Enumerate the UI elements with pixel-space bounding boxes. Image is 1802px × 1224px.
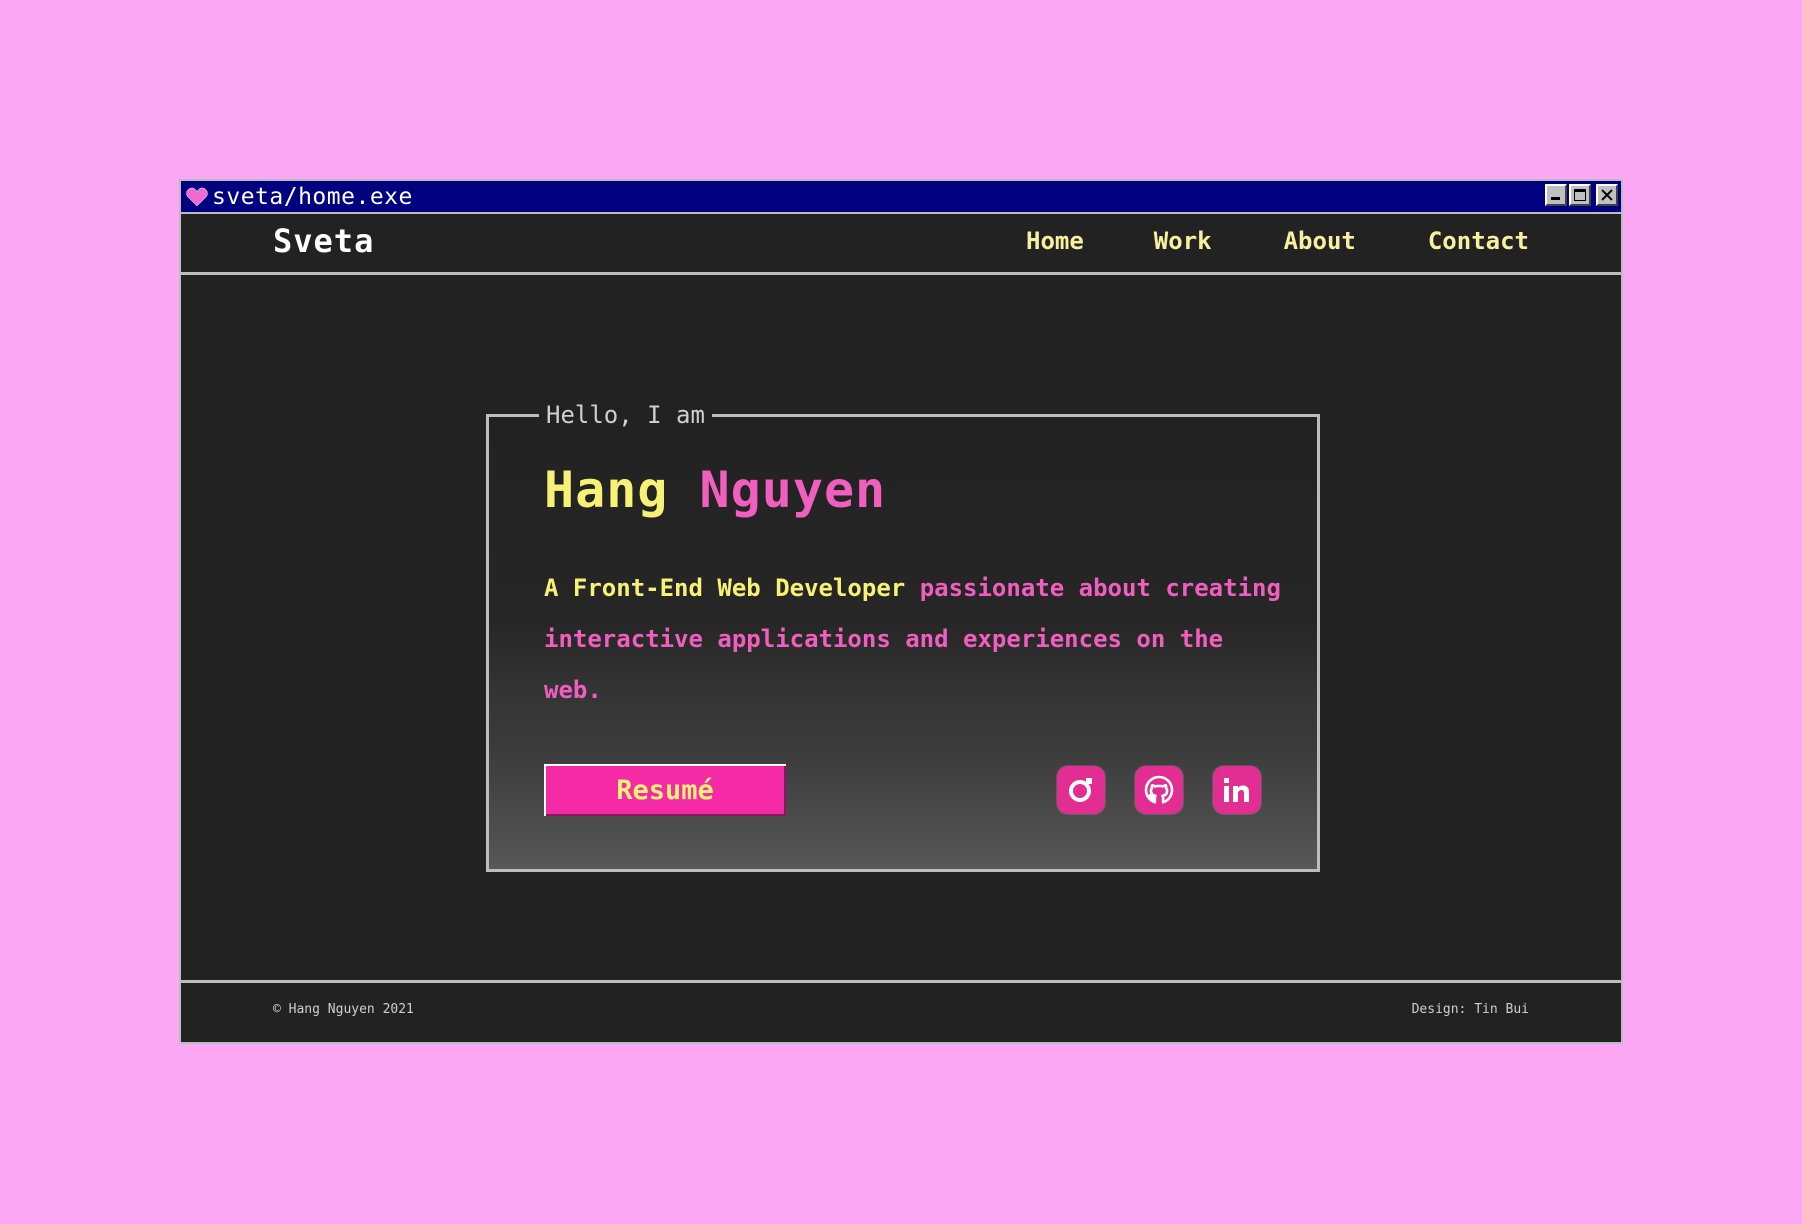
design-credit: Design: Tin Bui [1411, 1002, 1529, 1017]
browser-window: sveta/home.exe Sveta Home Work About Con… [179, 179, 1623, 1044]
description-highlight: A Front-End Web Developer [544, 574, 906, 602]
nav-link-contact[interactable]: Contact [1428, 227, 1529, 255]
intro-card: Hello, I am Hang Nguyen A Front-End Web … [486, 400, 1320, 872]
minimize-button[interactable] [1545, 184, 1567, 206]
main-content: Hello, I am Hang Nguyen A Front-End Web … [181, 275, 1621, 983]
hero-description: A Front-End Web Developer passionate abo… [544, 563, 1284, 716]
resume-button[interactable]: Resumé [544, 764, 786, 816]
nav-link-home[interactable]: Home [1026, 227, 1084, 255]
navbar: Sveta Home Work About Contact [181, 214, 1621, 275]
close-button[interactable] [1596, 184, 1618, 206]
heart-icon [184, 186, 210, 208]
nav-links: Home Work About Contact [1026, 227, 1529, 255]
first-name: Hang [544, 461, 669, 519]
copyright-text: © Hang Nguyen 2021 [273, 1002, 414, 1017]
github-icon[interactable] [1135, 766, 1183, 814]
nav-link-about[interactable]: About [1284, 227, 1356, 255]
instagram-icon[interactable] [1057, 766, 1105, 814]
social-links [1057, 766, 1261, 814]
hero-name: Hang Nguyen [544, 461, 886, 519]
window-controls [1545, 184, 1618, 206]
last-name: Nguyen [699, 461, 887, 519]
footer: © Hang Nguyen 2021 Design: Tin Bui [181, 983, 1621, 1038]
nav-link-work[interactable]: Work [1154, 227, 1212, 255]
brand-logo[interactable]: Sveta [273, 222, 374, 260]
maximize-button[interactable] [1569, 184, 1591, 206]
window-titlebar[interactable]: sveta/home.exe [181, 181, 1621, 214]
window-title: sveta/home.exe [212, 183, 413, 210]
greeting-label: Hello, I am [539, 400, 712, 430]
linkedin-icon[interactable] [1213, 766, 1261, 814]
